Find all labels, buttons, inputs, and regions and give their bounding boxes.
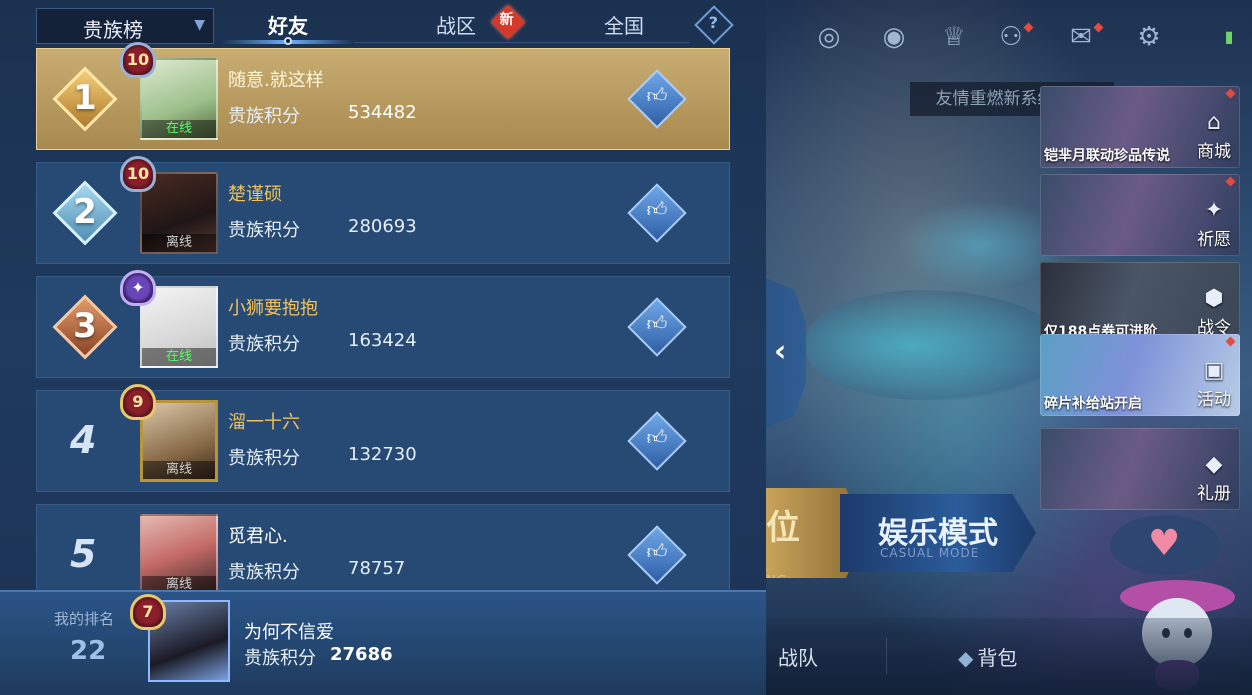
team-nav-button[interactable]: 战队 — [778, 642, 818, 671]
thumbs-up-icon[interactable]: 👍︎ — [627, 525, 687, 585]
leaderboard-row[interactable]: 3 在线 ✦ 小狮要抱抱 贵族积分 163424 👍︎ — [36, 270, 730, 378]
online-status: 在线 — [142, 120, 216, 138]
backpack-icon: ◆ — [958, 646, 974, 670]
online-status: 在线 — [142, 348, 216, 366]
my-player-name: 为何不信爱 — [244, 622, 334, 643]
noble-level-badge: 10 — [120, 42, 156, 78]
shop-icon: ⌂ — [1207, 110, 1221, 135]
score-label: 贵族积分 — [228, 448, 300, 469]
event-icon: ▣ — [1203, 358, 1225, 383]
wish-icon: ✦ — [1204, 198, 1224, 223]
score-value: 163424 — [348, 330, 417, 351]
leaderboard-type-dropdown[interactable]: 贵族榜 ▼ — [36, 8, 214, 44]
red-dot-icon — [1225, 176, 1236, 187]
player-name: 觅君心. — [228, 526, 288, 547]
help-icon[interactable]: ? — [694, 5, 734, 45]
player-name: 溜一十六 — [228, 412, 300, 433]
leaderboard-row[interactable]: 4 离线 9 溜一十六 贵族积分 132730 👍︎ — [36, 384, 730, 492]
my-score-label: 贵族积分 — [244, 648, 316, 669]
red-dot-icon — [1225, 88, 1236, 99]
chevron-down-icon: ▼ — [194, 17, 205, 33]
heart-icon: ♥ — [1148, 523, 1181, 564]
tab-national[interactable]: 全国 — [604, 10, 644, 39]
giftbook-icon: ◆ — [1205, 452, 1223, 477]
tab-region[interactable]: 战区 — [436, 10, 476, 39]
new-badge: 新 — [491, 5, 525, 39]
promo-card-shop[interactable]: 铠芈月联动珍品传说 ⌂ 商城 — [1040, 86, 1240, 168]
thumbs-up-icon[interactable]: 👍︎ — [627, 183, 687, 243]
battlepass-icon: ⬢ — [1204, 286, 1224, 311]
score-value: 280693 — [348, 216, 417, 237]
offline-status: 离线 — [143, 461, 215, 479]
thumbs-up-icon[interactable]: 👍︎ — [627, 297, 687, 357]
my-score-value: 27686 — [330, 644, 393, 665]
red-dot-icon — [1225, 336, 1236, 347]
avatar[interactable]: 离线 — [140, 514, 218, 596]
friends-icon[interactable]: ⚇ — [992, 18, 1034, 56]
score-label: 贵族积分 — [228, 562, 300, 583]
score-value: 132730 — [348, 444, 417, 465]
background-art-whale — [806, 290, 1066, 400]
noble-level-badge: 10 — [120, 156, 156, 192]
player-name: 随意.就这样 — [228, 70, 324, 91]
noble-level-badge: 7 — [130, 594, 166, 630]
battery-wifi-icon: ▮ — [1224, 27, 1234, 46]
rank-badge-gold: 1 — [52, 66, 118, 132]
thumbs-up-icon[interactable]: 👍︎ — [627, 411, 687, 471]
promo-card-wish[interactable]: ✦ 祈愿 — [1040, 174, 1240, 256]
noble-level-badge-icon: ✦ — [120, 270, 156, 306]
settings-gear-icon[interactable]: ⚙ — [1130, 18, 1168, 56]
score-label: 贵族积分 — [228, 334, 300, 355]
player-name: 楚谨硕 — [228, 184, 282, 205]
thumbs-up-icon[interactable]: 👍︎ — [627, 69, 687, 129]
score-value: 534482 — [348, 102, 417, 123]
rank-badge-silver: 2 — [52, 180, 118, 246]
score-label: 贵族积分 — [228, 106, 300, 127]
rank-number: 5 — [70, 532, 97, 576]
promo-card-giftbook[interactable]: ◆ 礼册 — [1040, 428, 1240, 510]
noble-level-badge: 9 — [120, 384, 156, 420]
offline-status: 离线 — [142, 234, 216, 252]
leaderboard-panel: 贵族榜 ▼ 好友 战区 新 全国 ? 1 在线 10 随意.就这样 贵族积分 5… — [0, 0, 766, 695]
score-value: 78757 — [348, 558, 406, 579]
promo-card-event[interactable]: 碎片补给站开启 ▣ 活动 — [1040, 334, 1240, 416]
leaderboard-row[interactable]: 1 在线 10 随意.就这样 贵族积分 534482 👍︎ — [36, 42, 730, 150]
promo-card-battlepass[interactable]: 仅188点券可进阶 ⬢ 战令 — [1040, 262, 1240, 344]
my-rank-bar: 我的排名 22 7 为何不信爱 贵族积分 27686 — [0, 590, 766, 695]
backpack-nav-button[interactable]: ◆ 背包 — [958, 642, 1017, 671]
rank-badge-bronze: 3 — [52, 294, 118, 360]
leaderboard-row[interactable]: 2 离线 10 楚谨硕 贵族积分 280693 👍︎ — [36, 156, 730, 264]
casual-mode-button[interactable]: 娱乐模式 CASUAL MODE — [840, 494, 1036, 572]
score-label: 贵族积分 — [228, 220, 300, 241]
my-rank-label: 我的排名 — [54, 610, 115, 628]
mail-icon[interactable]: ✉ — [1062, 18, 1104, 56]
chevron-left-icon: ‹ — [774, 334, 787, 369]
player-name: 小狮要抱抱 — [228, 298, 318, 319]
my-rank-value: 22 — [70, 636, 107, 666]
tab-friends[interactable]: 好友 — [268, 10, 308, 39]
eye-icon[interactable]: ◉ — [875, 18, 913, 56]
lobby-top-icon-bar: ◎ ◉ ♕ ⚇ ✉ ⚙ ▮ — [770, 18, 1250, 58]
lobby-bottom-nav: 战队 ◆ 背包 — [766, 618, 1252, 695]
rank-number: 4 — [70, 418, 97, 462]
target-icon[interactable]: ◎ — [810, 18, 848, 56]
trophy-icon[interactable]: ♕ — [935, 18, 973, 56]
